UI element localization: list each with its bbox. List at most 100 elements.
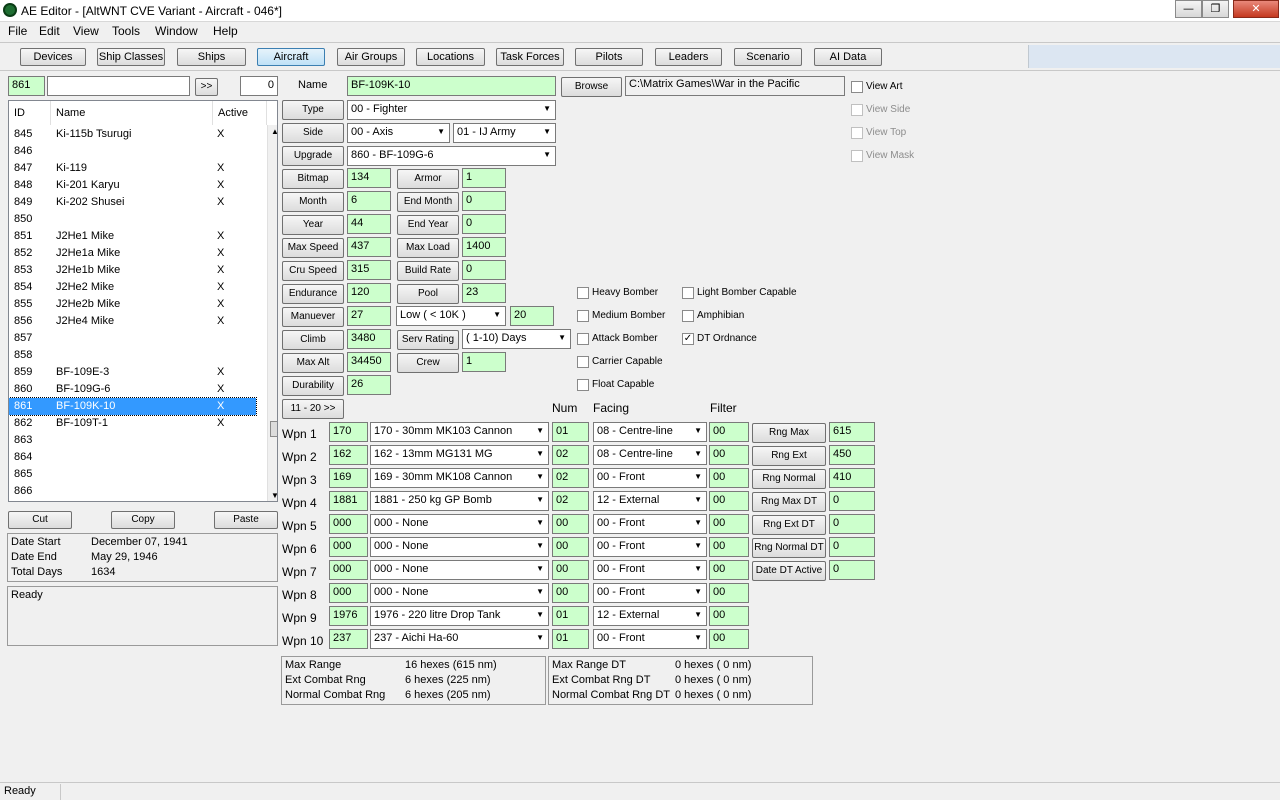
max-load-field[interactable]: 1400	[462, 237, 506, 257]
scroll-thumb[interactable]	[270, 421, 277, 437]
table-row[interactable]: 858	[9, 347, 256, 364]
facing-dropdown[interactable]: 00 - Front ▼	[593, 468, 707, 488]
month-field[interactable]: 6	[347, 191, 391, 211]
toolbar-ship-classes-button[interactable]: Ship Classes	[97, 48, 165, 66]
role-flag-checkbox[interactable]	[577, 287, 589, 299]
weapon-id-field[interactable]: 000	[329, 560, 368, 580]
column-header-id[interactable]: ID	[9, 101, 51, 125]
weapon-num-field[interactable]: 02	[552, 468, 589, 488]
weapon-id-field[interactable]: 237	[329, 629, 368, 649]
toolbar-ai-data-button[interactable]: AI Data	[814, 48, 882, 66]
name-search-field[interactable]	[47, 76, 190, 96]
table-row[interactable]: 847 Ki-119 X	[9, 160, 256, 177]
table-row[interactable]: 851 J2He1 Mike X	[9, 228, 256, 245]
menu-edit[interactable]: Edit	[39, 24, 60, 38]
weapon-dropdown[interactable]: 000 - None ▼	[370, 514, 549, 534]
altitude-band-dropdown[interactable]: Low ( < 10K ) ▼	[396, 306, 506, 326]
title-bar[interactable]: AE Editor - [AltWNT CVE Variant - Aircra…	[0, 0, 1280, 22]
weapon-dropdown[interactable]: 170 - 30mm MK103 Cannon ▼	[370, 422, 549, 442]
weapon-dropdown[interactable]: 1881 - 250 kg GP Bomb ▼	[370, 491, 549, 511]
end-month-field[interactable]: 0	[462, 191, 506, 211]
serv-rating-button[interactable]: Serv Rating	[397, 330, 459, 350]
table-row[interactable]: 857	[9, 330, 256, 347]
toolbar-air-groups-button[interactable]: Air Groups	[337, 48, 405, 66]
table-row[interactable]: 861 BF-109K-10 X	[9, 397, 257, 416]
weapon-id-field[interactable]: 000	[329, 583, 368, 603]
id-search-field[interactable]: 861	[8, 76, 45, 96]
table-row[interactable]: 846	[9, 143, 256, 160]
bitmap-button[interactable]: Bitmap	[282, 169, 344, 189]
nation-dropdown[interactable]: 01 - IJ Army ▼	[453, 123, 556, 143]
serv-rating-dropdown[interactable]: ( 1-10) Days ▼	[462, 329, 571, 349]
table-row[interactable]: 848 Ki-201 Karyu X	[9, 177, 256, 194]
weapon-filter-field[interactable]: 00	[709, 583, 749, 603]
menu-view[interactable]: View	[73, 24, 99, 38]
toolbar-locations-button[interactable]: Locations	[416, 48, 485, 66]
weapon-num-field[interactable]: 02	[552, 445, 589, 465]
weapon-num-field[interactable]: 00	[552, 583, 589, 603]
role-flag-checkbox[interactable]	[577, 310, 589, 322]
weapon-id-field[interactable]: 000	[329, 537, 368, 557]
max-alt-field[interactable]: 34450	[347, 352, 391, 372]
cru-speed-button[interactable]: Cru Speed	[282, 261, 344, 281]
toolbar-pilots-button[interactable]: Pilots	[575, 48, 643, 66]
role-flag-checkbox[interactable]	[577, 379, 589, 391]
table-row[interactable]: 855 J2He2b Mike X	[9, 296, 256, 313]
range-field[interactable]: 0	[829, 514, 875, 534]
weapon-dropdown[interactable]: 000 - None ▼	[370, 583, 549, 603]
scroll-down-icon[interactable]: ▼	[271, 491, 277, 500]
menu-help[interactable]: Help	[213, 24, 238, 38]
table-row[interactable]: 859 BF-109E-3 X	[9, 364, 256, 381]
end-year-field[interactable]: 0	[462, 214, 506, 234]
weapon-id-field[interactable]: 000	[329, 514, 368, 534]
year-button[interactable]: Year	[282, 215, 344, 235]
weapon-num-field[interactable]: 02	[552, 491, 589, 511]
toolbar-leaders-button[interactable]: Leaders	[655, 48, 722, 66]
max-alt-button[interactable]: Max Alt	[282, 353, 344, 373]
table-row[interactable]: 850	[9, 211, 256, 228]
view-option-checkbox[interactable]	[851, 104, 863, 116]
toolbar-aircraft-button[interactable]: Aircraft	[257, 48, 325, 66]
menu-file[interactable]: File	[8, 24, 27, 38]
role-flag-checkbox[interactable]	[682, 310, 694, 322]
range-button[interactable]: Rng Max DT	[752, 492, 826, 512]
facing-dropdown[interactable]: 12 - External ▼	[593, 606, 707, 626]
weapon-num-field[interactable]: 00	[552, 514, 589, 534]
pool-field[interactable]: 23	[462, 283, 506, 303]
month-button[interactable]: Month	[282, 192, 344, 212]
toolbar-scenario-button[interactable]: Scenario	[734, 48, 802, 66]
paste-button[interactable]: Paste	[214, 511, 278, 529]
end-year-button[interactable]: End Year	[397, 215, 459, 235]
manuever-button[interactable]: Manuever	[282, 307, 344, 327]
weapon-id-field[interactable]: 1881	[329, 491, 368, 511]
table-row[interactable]: 864	[9, 449, 256, 466]
role-flag-checkbox[interactable]	[682, 287, 694, 299]
bitmap-field[interactable]: 134	[347, 168, 391, 188]
weapon-dropdown[interactable]: 169 - 30mm MK108 Cannon ▼	[370, 468, 549, 488]
menu-tools[interactable]: Tools	[112, 24, 140, 38]
weapon-num-field[interactable]: 01	[552, 606, 589, 626]
weapon-id-field[interactable]: 162	[329, 445, 368, 465]
range-button[interactable]: Rng Max	[752, 423, 826, 443]
range-button[interactable]: Date DT Active	[752, 561, 826, 581]
toolbar-devices-button[interactable]: Devices	[20, 48, 86, 66]
toolbar-ships-button[interactable]: Ships	[177, 48, 246, 66]
weapon-filter-field[interactable]: 00	[709, 514, 749, 534]
weapon-dropdown[interactable]: 000 - None ▼	[370, 560, 549, 580]
range-field[interactable]: 0	[829, 537, 875, 557]
pool-button[interactable]: Pool	[397, 284, 459, 304]
aircraft-list[interactable]: ID Name Active 845 Ki-115b Tsurugi X 846 847…	[8, 100, 278, 502]
weapon-filter-field[interactable]: 00	[709, 491, 749, 511]
max-load-button[interactable]: Max Load	[397, 238, 459, 258]
weapon-filter-field[interactable]: 00	[709, 422, 749, 442]
weapon-filter-field[interactable]: 00	[709, 468, 749, 488]
crew-field[interactable]: 1	[462, 352, 506, 372]
weapon-num-field[interactable]: 00	[552, 560, 589, 580]
facing-dropdown[interactable]: 00 - Front ▼	[593, 514, 707, 534]
browse-button[interactable]: Browse	[561, 77, 622, 97]
table-row[interactable]: 865	[9, 466, 256, 483]
weapon-id-field[interactable]: 169	[329, 468, 368, 488]
column-header-active[interactable]: Active	[213, 101, 267, 125]
facing-dropdown[interactable]: 08 - Centre-line ▼	[593, 422, 707, 442]
weapon-filter-field[interactable]: 00	[709, 606, 749, 626]
